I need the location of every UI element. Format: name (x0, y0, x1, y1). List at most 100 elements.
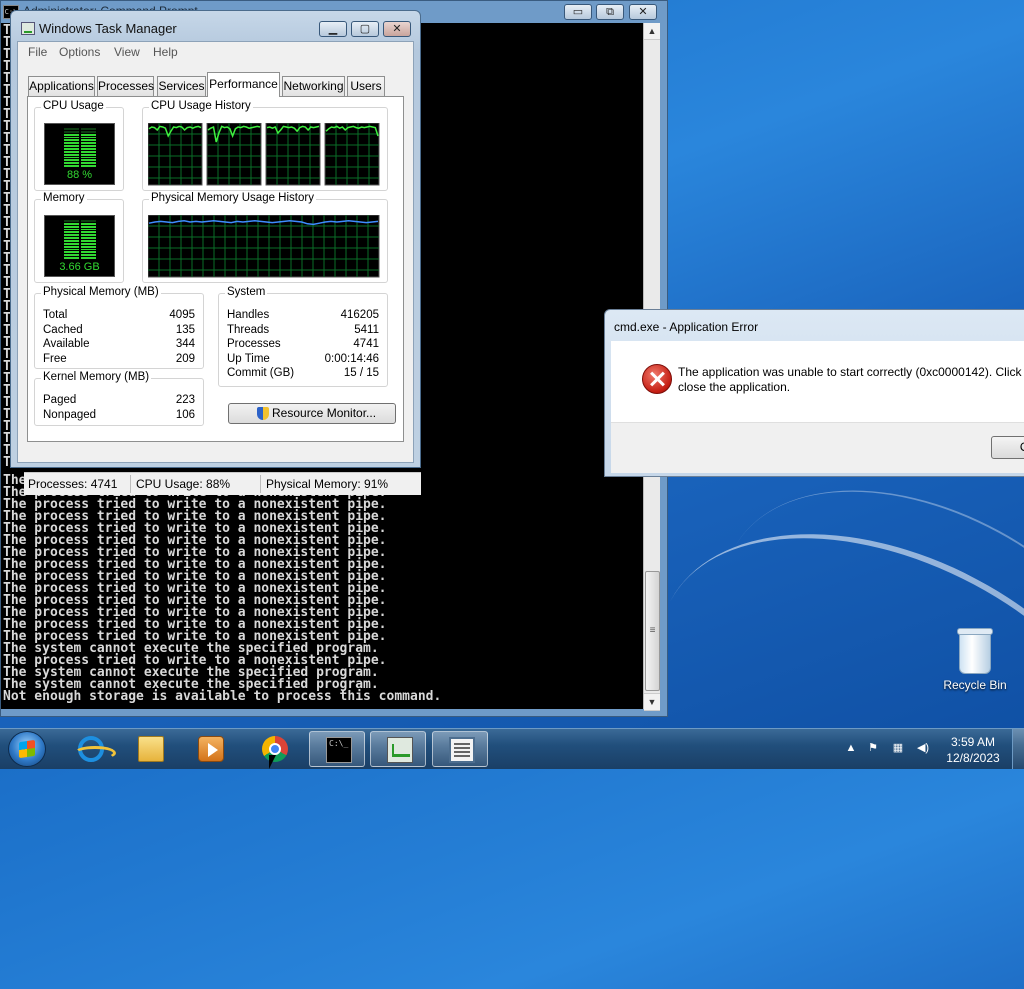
status-physical-memory: Physical Memory: 91% (266, 477, 389, 491)
tab-performance[interactable]: Performance (207, 72, 280, 97)
cmd-close-button[interactable]: ✕ (629, 4, 657, 20)
menu-options[interactable]: Options (59, 45, 100, 59)
meter-bar-segment (64, 128, 79, 130)
menu-view[interactable]: View (114, 45, 140, 59)
meter-bar-segment (81, 148, 96, 150)
resource-monitor-button[interactable]: Resource Monitor... (228, 403, 396, 424)
meter-bar-segment (64, 220, 79, 222)
kernel-nonpaged-key: Nonpaged (43, 409, 97, 421)
meter-bar-segment (64, 130, 79, 133)
meter-bar-segment (64, 237, 79, 239)
meter-bar-segment (64, 145, 79, 147)
meter-bar-segment (81, 228, 96, 231)
meter-bar-segment (81, 136, 96, 139)
meter-bar-segment (81, 248, 96, 251)
recycle-bin-icon (957, 628, 993, 674)
action-center-flag-icon[interactable]: ⚑ (866, 741, 880, 755)
tab-networking[interactable]: Networking (282, 76, 345, 96)
meter-bar-segment (81, 150, 96, 153)
recycle-bin-label: Recycle Bin (943, 678, 1007, 692)
tab-applications[interactable]: Applications (28, 76, 95, 96)
meter-bar-segment (64, 257, 79, 259)
phys-available-key: Available (43, 338, 90, 350)
meter-bar-segment (64, 150, 79, 153)
tab-users[interactable]: Users (347, 76, 385, 96)
graph-background (148, 215, 380, 278)
meter-bar-segment (64, 148, 79, 150)
clock[interactable]: 3:59 AM 12/8/2023 (940, 734, 1006, 766)
meter-bar-segment (81, 222, 96, 225)
tm-maximize-button[interactable]: ▢ (351, 21, 379, 37)
kernel-paged-value: 223 (175, 394, 195, 406)
task-manager-icon (387, 737, 413, 763)
meter-bar-segment (81, 245, 96, 248)
cpu-usage-group: CPU Usage 88 % (34, 100, 124, 191)
cpu-history-group: CPU Usage History (142, 100, 388, 191)
meter-bar-segment (81, 145, 96, 147)
ok-button[interactable]: OK (991, 436, 1024, 459)
meter-bar-segment (81, 257, 96, 259)
clock-date: 12/8/2023 (946, 751, 1000, 765)
system-group: System Handles 416205 Threads 5411 Process… (218, 286, 388, 387)
meter-bar-segment (81, 165, 96, 167)
taskbar-windows-explorer[interactable] (122, 731, 178, 767)
physical-memory-group: Physical Memory (MB) Total 4095 Cached 135… (34, 286, 204, 369)
status-bar: Processes: 4741 CPU Usage: 88% Physical … (24, 472, 421, 495)
taskbar-media-player[interactable] (182, 731, 238, 767)
resource-monitor-label: Resource Monitor... (272, 406, 377, 420)
system-label: System (225, 286, 268, 298)
meter-bar-segment (64, 139, 79, 142)
tm-minimize-button[interactable]: ▁ (319, 21, 347, 37)
menu-file[interactable]: File (28, 45, 47, 59)
application-error-dialog[interactable]: cmd.exe - Application Error The applicat… (604, 309, 1024, 477)
meter-bar-segment (64, 240, 79, 242)
meter-bar-segment (64, 222, 79, 225)
meter-bar-segment (64, 142, 79, 145)
cmd-minimize-button[interactable]: ▭ (564, 4, 592, 20)
meter-bar-segment (81, 242, 96, 245)
taskbar-task-manager[interactable] (370, 731, 426, 767)
cpu-history-label: CPU Usage History (149, 100, 253, 112)
error-message-line2: close the application. (678, 380, 791, 394)
folder-icon (138, 736, 164, 762)
meter-bar-segment (81, 240, 96, 242)
menu-help[interactable]: Help (153, 45, 178, 59)
phys-cached-value: 135 (175, 324, 195, 336)
volume-icon[interactable]: ◀) (916, 741, 930, 755)
cmd-restore-button[interactable]: ⧉ (596, 4, 624, 20)
scroll-thumb[interactable]: ≡ (645, 571, 660, 691)
meter-bar-segment (64, 156, 79, 159)
mouse-pointer-icon (269, 755, 276, 769)
tm-close-button[interactable]: ✕ (383, 21, 411, 37)
scroll-down-arrow-icon[interactable]: ▼ (644, 693, 660, 711)
meter-bar-segment (64, 153, 79, 156)
tab-processes[interactable]: Processes (97, 76, 154, 96)
error-dialog-footer: OK (611, 422, 1024, 473)
cpu-usage-meter: 88 % (44, 123, 115, 185)
status-cpu-usage: CPU Usage: 88% (136, 477, 231, 491)
memory-meter: 3.66 GB (44, 215, 115, 277)
memory-label: Memory (41, 192, 87, 204)
meter-bar-segment (64, 254, 79, 257)
meter-bar-segment (81, 142, 96, 145)
network-icon[interactable]: ▦ (891, 741, 905, 755)
recycle-bin-shortcut[interactable]: Recycle Bin (940, 628, 1010, 692)
show-hidden-icons-arrow-icon[interactable]: ▲ (844, 741, 858, 755)
meter-bar-segment (81, 139, 96, 142)
taskbar-command-prompt[interactable]: C:\_ (309, 731, 365, 767)
taskbar-window[interactable] (432, 731, 488, 767)
scroll-up-arrow-icon[interactable]: ▲ (644, 23, 660, 40)
start-button[interactable] (8, 731, 46, 767)
taskbar-internet-explorer[interactable] (62, 731, 118, 767)
show-desktop-button[interactable] (1012, 729, 1024, 769)
memory-history-graph (148, 215, 380, 278)
task-manager-window[interactable]: Windows Task Manager ▁ ▢ ✕ File Options … (10, 10, 421, 495)
sys-threads-value: 5411 (354, 324, 379, 336)
tab-services[interactable]: Services (157, 76, 206, 96)
status-divider (130, 475, 131, 493)
error-icon (642, 364, 672, 394)
graph-background (265, 123, 321, 186)
sys-processes-key: Processes (227, 338, 281, 350)
error-dialog-body: The application was unable to start corr… (611, 341, 1024, 422)
physical-memory-label: Physical Memory (MB) (41, 286, 161, 298)
